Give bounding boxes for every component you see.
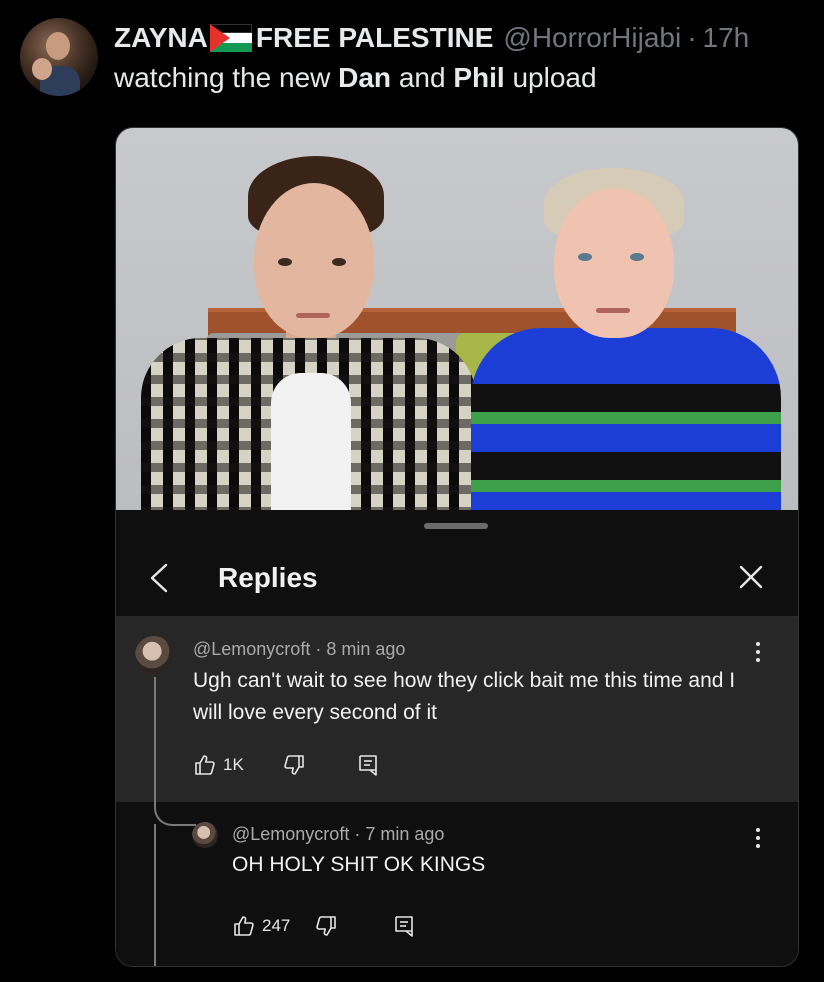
avatar[interactable] xyxy=(135,636,173,674)
avatar[interactable] xyxy=(192,822,218,848)
tweet-text-bold: Dan xyxy=(338,62,392,93)
reply-author[interactable]: @Lemonycroft · 7 min ago xyxy=(232,824,444,845)
parent-comment: @Lemonycroft · 8 min ago Ugh can't wait … xyxy=(116,617,798,802)
comment-actions: 1K xyxy=(193,753,380,777)
user-avatar[interactable] xyxy=(20,18,98,96)
thumbs-down-icon xyxy=(284,755,304,775)
thumbs-down-icon xyxy=(316,916,337,936)
sheet-header: Replies xyxy=(116,540,798,617)
tweet-text-bold: Phil xyxy=(453,62,505,93)
like-button[interactable]: 1K xyxy=(193,753,244,777)
drag-handle[interactable] xyxy=(424,523,488,529)
like-count: 247 xyxy=(262,916,291,935)
dislike-button[interactable] xyxy=(282,753,306,777)
tweet-text-part: watching the new xyxy=(114,62,339,93)
reply-text: OH HOLY SHIT OK KINGS xyxy=(232,853,486,876)
thread-line xyxy=(154,677,156,802)
comment-author[interactable]: @Lemonycroft · 8 min ago xyxy=(193,639,405,660)
tweet-text-part: upload xyxy=(504,62,597,93)
tweet-header: ZAYNA FREE PALESTINE @HorrorHijabi · 17h xyxy=(114,20,749,56)
separator-dot: · xyxy=(687,22,697,53)
like-count: 1K xyxy=(223,755,244,774)
comment-time: 8 min ago xyxy=(326,639,406,659)
video-frame[interactable] xyxy=(116,128,798,510)
dislike-button[interactable] xyxy=(314,914,338,938)
replies-sheet: Replies @Lemonycroft · 8 min ago Ugh can… xyxy=(116,510,798,966)
reply-icon xyxy=(358,755,377,776)
reply-time: 7 min ago xyxy=(365,824,445,844)
comment-author-handle[interactable]: @Lemonycroft xyxy=(193,639,310,659)
thread-line xyxy=(154,824,156,966)
thumbs-up-icon xyxy=(234,916,254,936)
sheet-title: Replies xyxy=(218,562,318,593)
reply-author-handle[interactable]: @Lemonycroft xyxy=(232,824,349,844)
thumbs-up-icon xyxy=(195,755,215,775)
thread-connector xyxy=(154,802,196,826)
like-button[interactable]: 247 xyxy=(232,914,290,938)
close-icon[interactable] xyxy=(736,562,766,592)
display-name-suffix[interactable]: FREE PALESTINE xyxy=(256,22,494,54)
more-options-icon[interactable] xyxy=(755,828,761,852)
comment-text: Ugh can't wait to see how they click bai… xyxy=(193,669,736,724)
display-name-text[interactable]: ZAYNA xyxy=(114,22,208,54)
palestine-flag-icon xyxy=(209,24,252,52)
reply-actions: 247 xyxy=(232,914,416,938)
more-options-icon[interactable] xyxy=(755,642,761,666)
display-name[interactable]: ZAYNA FREE PALESTINE xyxy=(114,22,493,54)
tweet-text-part: and xyxy=(391,62,454,93)
reply-comment: @Lemonycroft · 7 min ago OH HOLY SHIT OK… xyxy=(116,802,798,966)
tweet-media[interactable]: Replies @Lemonycroft · 8 min ago Ugh can… xyxy=(115,127,799,967)
reply-icon xyxy=(395,916,414,937)
back-arrow-icon[interactable] xyxy=(146,562,174,594)
reply-button[interactable] xyxy=(392,914,416,938)
tweet-text: watching the new Dan and Phil upload xyxy=(114,62,597,94)
reply-button[interactable] xyxy=(356,753,380,777)
tweet-timestamp[interactable]: 17h xyxy=(703,22,750,54)
user-handle[interactable]: @HorrorHijabi xyxy=(503,22,681,54)
